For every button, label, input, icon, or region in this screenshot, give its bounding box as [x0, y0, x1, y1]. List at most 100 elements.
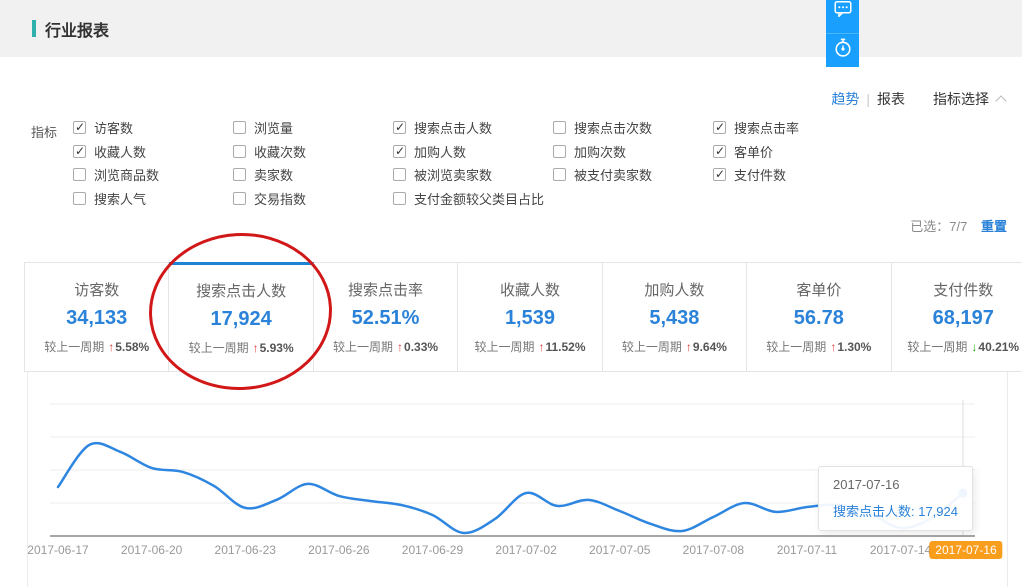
metric-column: 访客数收藏人数浏览商品数搜索人气 [73, 116, 233, 210]
selected-count: 已选：7/7 [910, 219, 967, 234]
metric-card[interactable]: 搜索点击率52.51%较上一周期↑0.33% [314, 262, 458, 372]
arrow-up-icon: ↑ [686, 340, 692, 354]
card-label: 收藏人数 [500, 279, 560, 300]
x-tick-label: 2017-07-05 [589, 543, 650, 557]
title-accent-bar [32, 20, 36, 37]
compare-prefix: 较上一周期 [766, 340, 826, 354]
checkbox[interactable] [713, 121, 726, 134]
card-label: 搜索点击人数 [196, 280, 286, 301]
metric-checkbox-item[interactable]: 浏览商品数 [73, 163, 233, 187]
checkbox[interactable] [233, 168, 246, 181]
metric-checkbox-item[interactable]: 访客数 [73, 116, 233, 140]
metric-checkbox-item[interactable]: 支付件数 [713, 163, 873, 187]
compare-prefix: 较上一周期 [907, 340, 967, 354]
metric-checkbox-label: 被浏览卖家数 [414, 165, 492, 184]
metric-column: 浏览量收藏次数卖家数交易指数 [233, 116, 393, 210]
checkbox[interactable] [73, 121, 86, 134]
card-change: 较上一周期↑1.30% [766, 338, 871, 355]
checkbox[interactable] [233, 145, 246, 158]
metric-checkbox-item[interactable]: 搜索点击次数 [553, 116, 713, 140]
metric-checkbox-label: 加购人数 [414, 142, 466, 161]
metric-card[interactable]: 收藏人数 1,539 较上一周期↑11.52% [458, 262, 602, 372]
checkbox[interactable] [553, 168, 566, 181]
metrics-checkbox-grid: 访客数收藏人数浏览商品数搜索人气浏览量收藏次数卖家数交易指数搜索点击人数加购人数… [73, 116, 873, 210]
arrow-up-icon: ↑ [538, 340, 544, 354]
metric-checkbox-item[interactable]: 收藏次数 [233, 140, 393, 164]
metric-checkbox-item[interactable]: 加购次数 [553, 140, 713, 164]
checkbox[interactable] [393, 168, 406, 181]
metric-card[interactable]: 搜索点击人数17,924较上一周期↑5.93% [169, 262, 313, 372]
checkbox[interactable] [393, 121, 406, 134]
x-tick-label: 2017-07-02 [495, 543, 556, 557]
change-percent: 11.52% [545, 340, 585, 354]
metric-checkbox-item[interactable]: 收藏人数 [73, 140, 233, 164]
checkbox[interactable] [553, 121, 566, 134]
tab-report[interactable]: 报表 [877, 89, 905, 109]
card-value: 1,539 [505, 307, 555, 330]
metric-column: 搜索点击人数加购人数被浏览卖家数支付金额较父类目占比 [393, 116, 553, 210]
x-tick-label: 2017-06-23 [215, 543, 276, 557]
card-label: 加购人数 [644, 279, 704, 300]
card-change: 较上一周期↓40.21% [907, 338, 1019, 355]
metric-card[interactable]: 支付件数68,197较上一周期↓40.21% [892, 262, 1022, 372]
card-label: 搜索点击率 [348, 279, 423, 300]
checkbox[interactable] [393, 145, 406, 158]
metric-checkbox-item[interactable]: 浏览量 [233, 116, 393, 140]
checkbox[interactable] [233, 192, 246, 205]
x-tick-label: 2017-06-29 [402, 543, 463, 557]
checkbox[interactable] [73, 168, 86, 181]
chevron-up-icon [995, 95, 1006, 106]
metric-checkbox-label: 加购次数 [574, 142, 626, 161]
checkbox[interactable] [73, 192, 86, 205]
metric-checkbox-item[interactable]: 交易指数 [233, 187, 393, 211]
metric-card[interactable]: 访客数34,133较上一周期↑5.58% [24, 262, 169, 372]
card-value: 5,438 [649, 307, 699, 330]
x-axis-labels: 2017-06-172017-06-202017-06-232017-06-26… [0, 543, 1022, 559]
highlighted-x-label: 2017-07-16 [929, 541, 1002, 559]
metric-checkbox-item[interactable]: 被支付卖家数 [553, 163, 713, 187]
card-change: 较上一周期↑0.33% [333, 338, 438, 355]
metric-cards-row: 访客数34,133较上一周期↑5.58%搜索点击人数17,924较上一周期↑5.… [24, 262, 1022, 372]
metric-checkbox-label: 被支付卖家数 [574, 165, 652, 184]
metric-checkbox-item[interactable]: 被浏览卖家数 [393, 163, 553, 187]
compare-prefix: 较上一周期 [333, 340, 393, 354]
compare-prefix: 较上一周期 [622, 340, 682, 354]
metric-checkbox-item[interactable]: 搜索点击人数 [393, 116, 553, 140]
metric-checkbox-item[interactable]: 搜索点击率 [713, 116, 873, 140]
arrow-up-icon: ↑ [397, 340, 403, 354]
checkbox[interactable] [713, 168, 726, 181]
separator: | [866, 91, 870, 107]
metric-checkbox-item[interactable]: 卖家数 [233, 163, 393, 187]
checkbox[interactable] [553, 145, 566, 158]
metric-checkbox-label: 搜索点击率 [734, 118, 799, 137]
x-tick-label: 2017-06-26 [308, 543, 369, 557]
metric-card[interactable]: 加购人数5,438较上一周期↑9.64% [603, 262, 747, 372]
metric-checkbox-label: 交易指数 [254, 189, 306, 208]
timer-button[interactable] [826, 33, 859, 67]
change-percent: 1.30% [837, 340, 871, 354]
metric-checkbox-label: 支付金额较父类目占比 [414, 189, 544, 208]
checkbox[interactable] [713, 145, 726, 158]
metric-select-toggle[interactable]: 指标选择 [933, 89, 1005, 109]
checkbox[interactable] [233, 121, 246, 134]
metric-checkbox-label: 收藏人数 [94, 142, 146, 161]
metric-checkbox-item[interactable]: 加购人数 [393, 140, 553, 164]
metric-checkbox-item[interactable]: 客单价 [713, 140, 873, 164]
metric-card[interactable]: 客单价56.78较上一周期↑1.30% [747, 262, 891, 372]
card-change: 较上一周期↑9.64% [622, 338, 727, 355]
metric-checkbox-item[interactable]: 支付金额较父类目占比 [393, 187, 553, 211]
checkbox[interactable] [73, 145, 86, 158]
tooltip-date: 2017-07-16 [833, 477, 958, 492]
checkbox[interactable] [393, 192, 406, 205]
card-value: 56.78 [794, 307, 844, 330]
metrics-panel-label: 指标 [31, 122, 57, 141]
change-percent: 5.58% [115, 340, 149, 354]
x-tick-label: 2017-06-20 [121, 543, 182, 557]
reset-button[interactable]: 重置 [981, 219, 1007, 234]
tab-trend[interactable]: 趋势 [831, 89, 859, 109]
metric-checkbox-label: 收藏次数 [254, 142, 306, 161]
card-change: 较上一周期↑11.52% [474, 338, 585, 355]
metric-checkbox-label: 浏览商品数 [94, 165, 159, 184]
metric-checkbox-item[interactable]: 搜索人气 [73, 187, 233, 211]
feedback-button[interactable] [826, 0, 859, 33]
